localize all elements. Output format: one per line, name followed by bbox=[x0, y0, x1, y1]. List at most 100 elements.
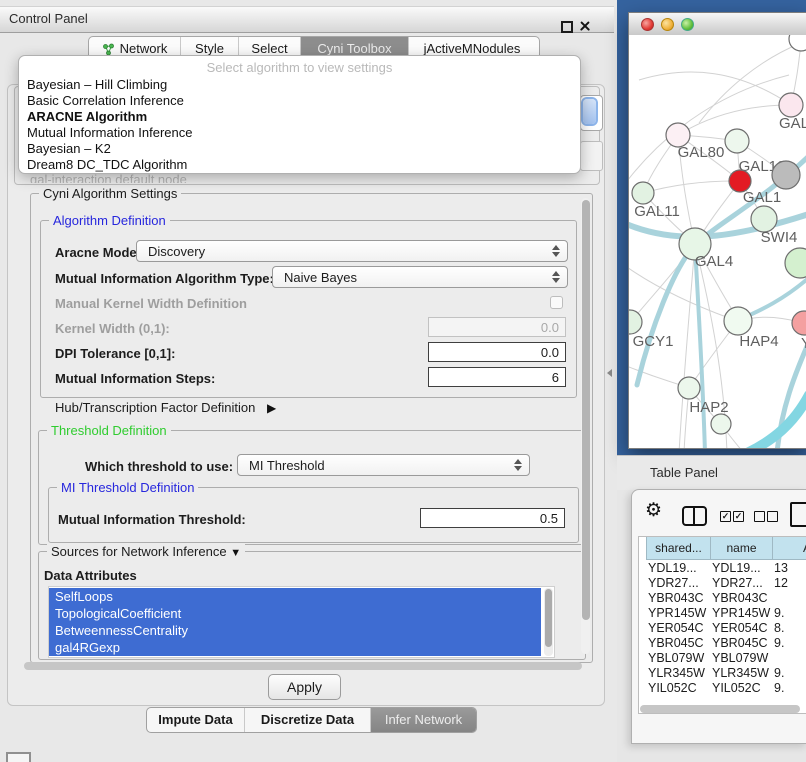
spinner-arrows-icon bbox=[552, 245, 559, 257]
settings-scrollbar[interactable] bbox=[581, 198, 590, 654]
list-item[interactable]: SelfLoops bbox=[49, 588, 541, 605]
table-cell: YDR27... bbox=[712, 576, 773, 591]
dropdown-option[interactable]: Mutual Information Inference bbox=[25, 125, 575, 141]
node-label: GAL11 bbox=[634, 203, 680, 220]
column-header-shared-name[interactable]: shared... bbox=[646, 537, 710, 560]
algorithm-combobox-edge[interactable] bbox=[580, 95, 603, 131]
network-node-gal[interactable] bbox=[779, 93, 803, 117]
list-scrollbar[interactable] bbox=[544, 588, 553, 656]
manual-kernel-label: Manual Kernel Width Definition bbox=[55, 296, 247, 311]
sources-collapse-toggle[interactable]: Sources for Network Inference ▼ bbox=[47, 544, 245, 559]
table-row[interactable]: YPR145WYPR145W9. bbox=[639, 606, 806, 621]
node-label: GCY1 bbox=[633, 333, 674, 350]
mi-steps-field[interactable]: 6 bbox=[428, 367, 566, 387]
float-window-icon[interactable] bbox=[560, 20, 572, 32]
mi-steps-label: Mutual Information Steps: bbox=[55, 371, 215, 386]
spinner-arrows-icon bbox=[552, 271, 559, 283]
dropdown-option[interactable]: Bayesian – Hill Climbing bbox=[25, 77, 575, 93]
dropdown-option[interactable]: Bayesian – K2 bbox=[25, 141, 575, 157]
aracne-mode-select[interactable]: Discovery bbox=[136, 240, 568, 262]
table-cell: YIL052C bbox=[648, 681, 710, 692]
group-title: Threshold Definition bbox=[47, 423, 171, 438]
dropdown-option-highlighted[interactable]: ARACNE Algorithm bbox=[25, 109, 575, 125]
network-node-y[interactable] bbox=[792, 311, 806, 335]
table-row[interactable]: YLR345WYLR345W9. bbox=[639, 666, 806, 681]
gear-icon[interactable]: ⚙ bbox=[645, 501, 662, 520]
column-header-partial[interactable]: A bbox=[772, 537, 806, 560]
group-title: Cyni Algorithm Settings bbox=[39, 186, 181, 201]
network-node-hap4[interactable] bbox=[724, 307, 752, 335]
checked-box-icon[interactable]: ✓ bbox=[720, 511, 731, 522]
table-row[interactable]: YBL079WYBL079W bbox=[639, 651, 806, 666]
network-node[interactable] bbox=[789, 35, 806, 51]
table-horizontal-scrollbar[interactable] bbox=[640, 705, 800, 713]
combo-value: Discovery bbox=[148, 244, 205, 259]
network-node[interactable] bbox=[785, 248, 806, 278]
node-label: Y bbox=[801, 335, 806, 352]
network-node-gcy1[interactable] bbox=[629, 310, 642, 334]
node-label: GAL4 bbox=[695, 253, 733, 270]
apply-button[interactable]: Apply bbox=[268, 674, 341, 700]
mi-threshold-field[interactable]: 0.5 bbox=[420, 508, 565, 528]
table-cell bbox=[774, 591, 806, 606]
network-window-titlebar[interactable] bbox=[629, 13, 806, 36]
mi-algorithm-type-select[interactable]: Naive Bayes bbox=[272, 266, 568, 288]
minimized-panel-icon[interactable] bbox=[6, 752, 31, 762]
tab-infer-network[interactable]: Infer Network bbox=[371, 708, 476, 732]
manual-kernel-checkbox[interactable] bbox=[550, 296, 563, 309]
close-traffic-light-icon[interactable] bbox=[641, 18, 654, 31]
kernel-width-field[interactable]: 0.0 bbox=[428, 317, 566, 337]
hub-definition-expander[interactable]: Hub/Transcription Factor Definition ▶ bbox=[55, 400, 276, 415]
columns-icon[interactable] bbox=[682, 506, 707, 526]
table-row[interactable]: YDL19...YDL19...13 bbox=[639, 561, 806, 576]
node-table: shared... name A YDL19...YDL19...13YDR27… bbox=[638, 536, 806, 714]
data-attributes-label: Data Attributes bbox=[44, 568, 137, 583]
table-row[interactable]: YBR045CYBR045C9. bbox=[639, 636, 806, 651]
dropdown-option[interactable]: Dream8 DC_TDC Algorithm bbox=[25, 157, 575, 173]
network-icon bbox=[102, 43, 115, 56]
table-row[interactable]: YER054CYER054C8. bbox=[639, 621, 806, 636]
dpi-tolerance-field[interactable]: 0.0 bbox=[428, 342, 566, 362]
network-canvas[interactable]: GALGAL80GAL10GAL1GAL11SWI4GAL4GCY1HAP4YH… bbox=[629, 35, 806, 448]
table-row[interactable]: YDR27...YDR27...12 bbox=[639, 576, 806, 591]
settings-horizontal-scrollbar[interactable] bbox=[24, 662, 582, 670]
table-cell: YBR043C bbox=[712, 591, 773, 606]
table-panel: ⚙ ✓ ✓ shared... name A YDL19...YDL19...1… bbox=[631, 489, 806, 744]
group-title: Algorithm Definition bbox=[49, 213, 170, 228]
table-cell: YBR045C bbox=[712, 636, 773, 651]
data-attributes-list: SelfLoops TopologicalCoefficient Between… bbox=[48, 586, 555, 658]
network-node[interactable] bbox=[772, 161, 800, 189]
table-cell: YPR145W bbox=[648, 606, 710, 621]
table-combobox-edge[interactable] bbox=[580, 141, 603, 171]
table-cell: YBR043C bbox=[648, 591, 710, 606]
network-node-gal11[interactable] bbox=[632, 182, 654, 204]
network-node[interactable] bbox=[711, 414, 731, 434]
unchecked-box-icon[interactable] bbox=[754, 511, 765, 522]
splitpane-grip[interactable] bbox=[607, 369, 612, 377]
tab-discretize-data[interactable]: Discretize Data bbox=[245, 708, 371, 732]
list-item[interactable]: gal4RGexp bbox=[49, 639, 541, 656]
document-icon[interactable] bbox=[790, 502, 806, 527]
dropdown-option[interactable]: Basic Correlation Inference bbox=[25, 93, 575, 109]
combo-value: Naive Bayes bbox=[284, 270, 357, 285]
table-cell: YDR27... bbox=[648, 576, 710, 591]
unchecked-box-icon[interactable] bbox=[767, 511, 778, 522]
table-cell: 9. bbox=[774, 636, 806, 651]
which-threshold-select[interactable]: MI Threshold bbox=[237, 454, 530, 476]
list-item[interactable]: TopologicalCoefficient bbox=[49, 605, 541, 622]
network-node-gal10[interactable] bbox=[725, 129, 749, 153]
close-icon[interactable] bbox=[579, 20, 591, 32]
column-header-name[interactable]: name bbox=[710, 537, 772, 560]
table-row[interactable]: YIL052CYIL052C9. bbox=[639, 681, 806, 692]
control-panel: Control Panel Network Style Sele bbox=[0, 0, 617, 762]
tab-impute-data[interactable]: Impute Data bbox=[147, 708, 245, 732]
zoom-traffic-light-icon[interactable] bbox=[681, 18, 694, 31]
table-row[interactable]: YBR043CYBR043C bbox=[639, 591, 806, 606]
network-view-window: GALGAL80GAL10GAL1GAL11SWI4GAL4GCY1HAP4YH… bbox=[628, 12, 806, 449]
table-cell: 9. bbox=[774, 666, 806, 681]
list-item[interactable]: BetweennessCentrality bbox=[49, 622, 541, 639]
network-node-hap2[interactable] bbox=[678, 377, 700, 399]
dpi-tolerance-label: DPI Tolerance [0,1]: bbox=[55, 346, 175, 361]
minimize-traffic-light-icon[interactable] bbox=[661, 18, 674, 31]
checked-box-icon[interactable]: ✓ bbox=[733, 511, 744, 522]
